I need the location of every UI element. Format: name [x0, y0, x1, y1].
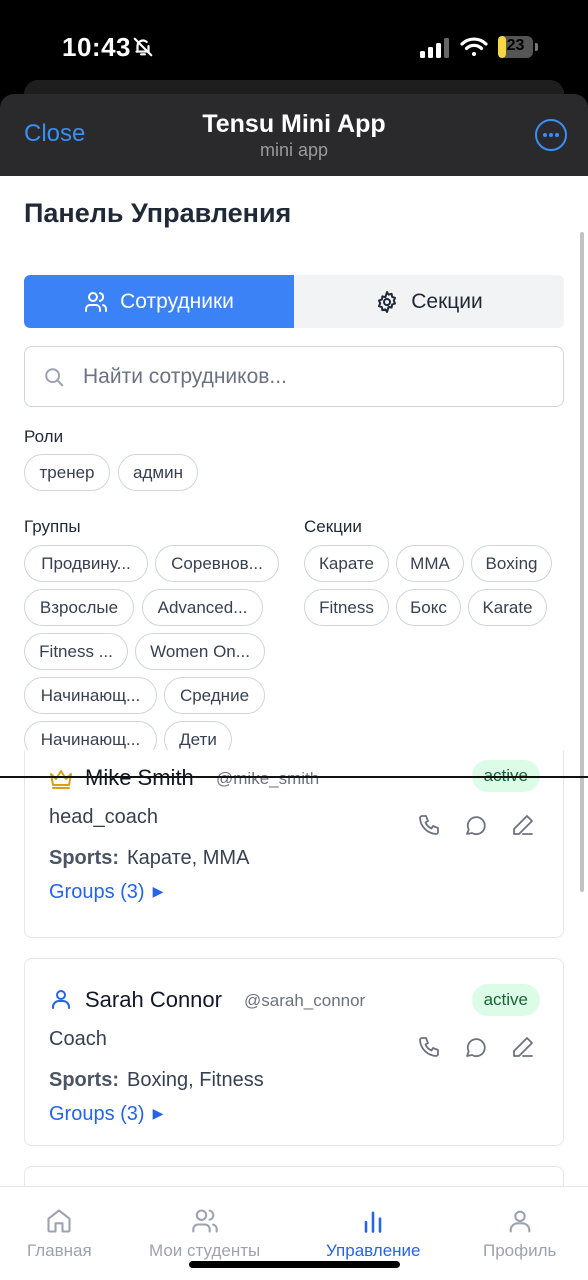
staff-name: Mike Smith [85, 765, 194, 790]
nav-home[interactable]: Главная [27, 1207, 92, 1261]
tab-bar: Сотрудники Секции [24, 275, 564, 328]
group-chip[interactable]: Взрослые [24, 589, 134, 626]
search-icon [45, 368, 64, 387]
message-icon[interactable] [464, 1035, 488, 1059]
divider [0, 776, 588, 778]
home-indicator[interactable] [189, 1261, 400, 1268]
search-box [24, 346, 564, 407]
group-chip[interactable]: Соревнов... [155, 545, 279, 582]
battery-icon: 23 [498, 36, 538, 58]
staff-card[interactable]: Mike Smith @mike_smith active head_coach… [24, 750, 564, 938]
message-icon[interactable] [464, 813, 488, 837]
crown-icon [50, 770, 72, 789]
scrollbar[interactable] [580, 232, 584, 892]
group-chip[interactable]: Начинающ... [24, 677, 157, 714]
triangle-right-icon: ▶ [152, 1105, 164, 1121]
staff-card[interactable]: Sarah Connor @sarah_connor active Coach … [24, 958, 564, 1146]
staff-role: Coach [49, 1028, 107, 1050]
users-icon [191, 1209, 218, 1233]
group-chip[interactable]: Women On... [135, 633, 265, 670]
staff-card[interactable] [24, 1166, 564, 1186]
app-title: Tensu Mini App [202, 110, 386, 138]
user-icon [509, 1210, 531, 1233]
phone-icon[interactable] [417, 1035, 441, 1059]
section-chip[interactable]: Boxing [471, 545, 552, 582]
nav-profile[interactable]: Профиль [483, 1207, 556, 1261]
gear-icon [378, 290, 397, 313]
tab-staff[interactable]: Сотрудники [24, 275, 294, 328]
section-chip[interactable]: Бокс [396, 589, 461, 626]
staff-sports: Sports: Карате, MMA [49, 847, 250, 869]
edit-icon[interactable] [511, 1035, 535, 1059]
nav-students[interactable]: Мои студенты [149, 1207, 260, 1261]
app-header: Close Tensu Mini App mini app [0, 94, 588, 176]
section-chip[interactable]: MMA [396, 545, 464, 582]
role-chip[interactable]: тренер [24, 454, 110, 491]
group-chip[interactable]: Fitness ... [24, 633, 128, 670]
more-options-button[interactable] [535, 119, 567, 151]
group-chip[interactable]: Продвину... [24, 545, 148, 582]
search-input[interactable] [83, 359, 543, 395]
edit-icon[interactable] [511, 813, 535, 837]
sections-label: Секции [304, 517, 362, 536]
users-icon [85, 291, 108, 312]
staff-handle: @sarah_connor [244, 991, 366, 1010]
groups-toggle[interactable]: Groups (3) ▶ [49, 881, 163, 904]
bell-muted-icon [133, 37, 153, 57]
tab-sections[interactable]: Секции [294, 275, 564, 328]
status-badge: active [471, 984, 540, 1016]
home-icon [47, 1209, 71, 1233]
group-chip[interactable]: Средние [164, 677, 265, 714]
app-subtitle: mini app [259, 140, 329, 160]
user-icon [52, 990, 70, 1009]
status-time: 10:43 [62, 32, 131, 62]
cellular-signal-icon [420, 38, 449, 58]
role-chip[interactable]: админ [118, 454, 198, 491]
phone-icon[interactable] [417, 813, 441, 837]
section-chip[interactable]: Karate [468, 589, 547, 626]
section-chip[interactable]: Fitness [304, 589, 389, 626]
group-chip[interactable]: Advanced... [142, 589, 263, 626]
roles-label: Роли [24, 427, 64, 446]
staff-role: head_coach [49, 806, 158, 828]
more-dots-icon [543, 133, 547, 137]
main-content[interactable]: Панель Управления Сотрудники Секции Роли… [0, 176, 588, 1186]
tab-sections-label: Секции [411, 289, 483, 313]
staff-sports: Sports: Boxing, Fitness [49, 1069, 264, 1091]
groups-toggle[interactable]: Groups (3) ▶ [49, 1103, 163, 1126]
groups-label: Группы [24, 517, 81, 536]
tab-staff-label: Сотрудники [120, 289, 234, 313]
page-title: Панель Управления [24, 198, 292, 228]
staff-name: Sarah Connor [85, 987, 222, 1012]
triangle-right-icon: ▶ [152, 883, 164, 899]
nav-manage[interactable]: Управление [326, 1207, 421, 1261]
bar-chart-icon [364, 1211, 382, 1233]
section-chip[interactable]: Карате [304, 545, 389, 582]
wifi-icon [460, 37, 488, 56]
staff-handle: @mike_smith [216, 769, 320, 788]
